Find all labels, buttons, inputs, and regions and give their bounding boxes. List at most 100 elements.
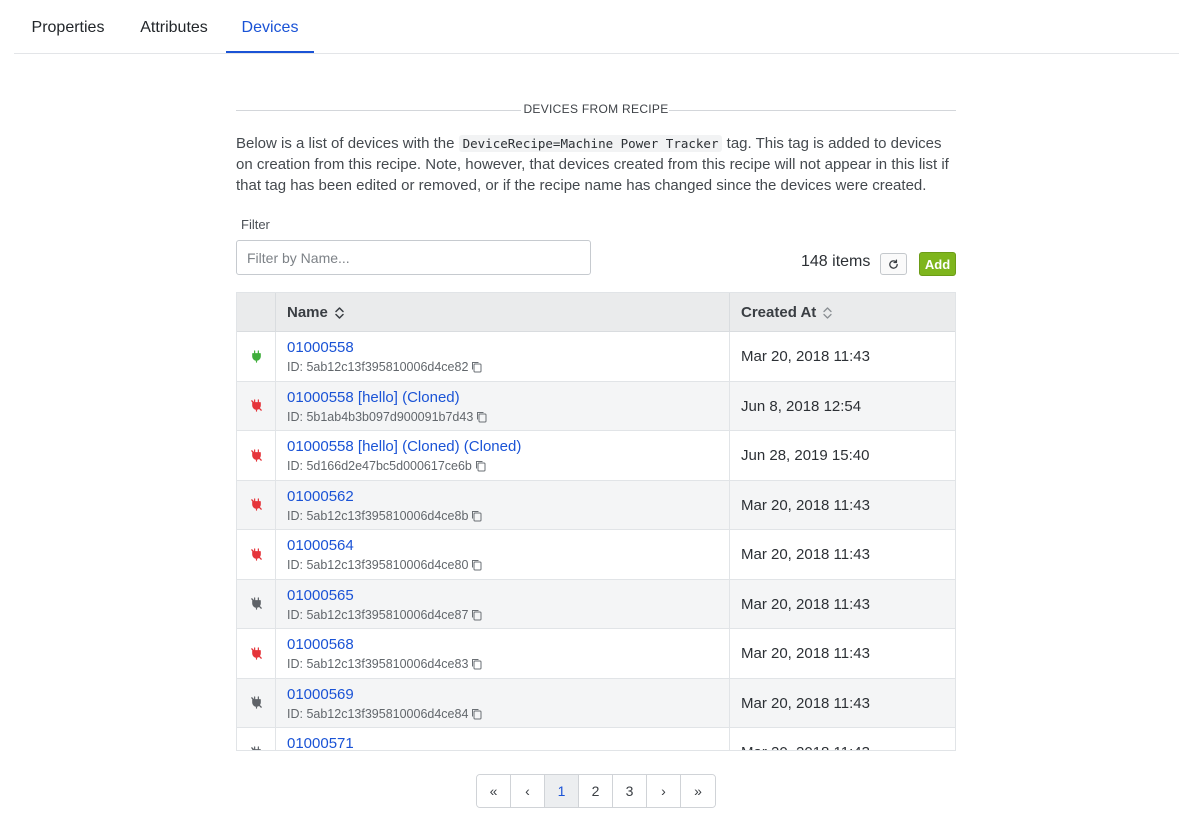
device-id: ID: 5ab12c13f395810006d4ce80 xyxy=(287,558,729,573)
name-column-header[interactable]: Name xyxy=(276,293,730,332)
status-cell xyxy=(237,530,276,579)
devices-panel: DEVICES FROM RECIPE Below is a list of d… xyxy=(236,96,956,751)
table-header: Name Created At xyxy=(237,293,955,332)
first-page-button[interactable]: « xyxy=(477,775,511,807)
table-row: 01000562 ID: 5ab12c13f395810006d4ce8b Mar … xyxy=(237,480,955,530)
section-heading: DEVICES FROM RECIPE xyxy=(236,96,956,126)
copy-icon[interactable] xyxy=(471,609,482,621)
device-id: ID: 5d166d2e47bc5d000617ce6b xyxy=(287,459,729,474)
next-page-button[interactable]: › xyxy=(647,775,681,807)
created-column-label: Created At xyxy=(741,304,817,321)
divider xyxy=(669,110,956,111)
device-id-text: ID: 5ab12c13f395810006d4ce80 xyxy=(287,558,469,572)
copy-icon[interactable] xyxy=(471,559,482,571)
table-row: 01000564 ID: 5ab12c13f395810006d4ce80 Mar … xyxy=(237,530,955,580)
created-at-cell: Mar 20, 2018 11:43 xyxy=(741,546,870,563)
device-name-link[interactable]: 01000569 xyxy=(287,686,729,704)
sort-icon xyxy=(335,307,344,319)
device-name-link[interactable]: 01000571 xyxy=(287,735,729,750)
device-id: ID: 5ab12c13f395810006d4ce82 xyxy=(287,360,729,375)
created-column-header[interactable]: Created At xyxy=(730,293,955,332)
filter-input[interactable] xyxy=(236,240,591,275)
device-name-link[interactable]: 01000564 xyxy=(287,537,729,555)
connection-status-icon xyxy=(250,647,262,660)
copy-icon[interactable] xyxy=(471,658,482,670)
device-name-link[interactable]: 01000568 xyxy=(287,636,729,654)
device-id: ID: 5ab12c13f395810006d4ce84 xyxy=(287,707,729,722)
created-at-cell: Mar 20, 2018 11:43 xyxy=(741,694,870,712)
name-cell: 01000564 ID: 5ab12c13f395810006d4ce80 xyxy=(276,530,730,579)
connection-status-icon xyxy=(250,449,262,462)
created-at-cell: Mar 20, 2018 11:43 xyxy=(730,728,955,750)
pagination: «‹ 1 2 3 ›» xyxy=(476,774,716,808)
page-2-button[interactable]: 2 xyxy=(579,775,613,807)
status-cell xyxy=(237,431,276,480)
created-at-cell: Mar 20, 2018 11:43 xyxy=(741,348,870,365)
sort-icon xyxy=(823,307,833,319)
table-row: 01000571Mar 20, 2018 11:43 xyxy=(237,728,955,750)
status-column-header xyxy=(237,293,276,332)
recipe-tag: DeviceRecipe=Machine Power Tracker xyxy=(458,135,723,152)
device-id-text: ID: 5ab12c13f395810006d4ce84 xyxy=(287,706,469,721)
item-count: 148 items xyxy=(801,253,871,270)
device-name-link[interactable]: 01000562 xyxy=(287,488,729,506)
previous-page-button[interactable]: ‹ xyxy=(511,775,545,807)
created-at-cell: Mar 20, 2018 11:43 xyxy=(741,645,870,662)
copy-icon[interactable] xyxy=(471,361,482,373)
copy-icon[interactable] xyxy=(476,411,487,423)
tab-bar: Properties Attributes Devices xyxy=(14,0,1179,54)
page-1-button[interactable]: 1 xyxy=(545,775,579,807)
name-cell: 01000565 ID: 5ab12c13f395810006d4ce87 xyxy=(276,579,730,628)
device-id: ID: 5ab12c13f395810006d4ce8b xyxy=(287,509,729,524)
device-id-text: ID: 5b1ab4b3b097d900091b7d43 xyxy=(287,409,474,424)
table-row: 01000558 ID: 5ab12c13f395810006d4ce82 Mar … xyxy=(237,332,955,382)
last-page-button[interactable]: » xyxy=(681,775,715,807)
device-name-link[interactable]: 01000558 xyxy=(287,339,729,357)
created-at-cell: Jun 8, 2018 12:54 xyxy=(741,397,862,415)
name-cell: 01000569 ID: 5ab12c13f395810006d4ce84 xyxy=(276,678,730,727)
connection-status-icon xyxy=(250,498,262,511)
connection-status-icon xyxy=(250,399,262,412)
name-cell: 01000558 [hello] (Cloned) ID: 5b1ab4b3b09… xyxy=(276,381,730,430)
device-id-text: ID: 5ab12c13f395810006d4ce83 xyxy=(287,657,469,671)
status-cell xyxy=(237,332,276,381)
connection-status-icon xyxy=(251,350,261,363)
status-cell xyxy=(237,728,276,750)
name-cell: 01000571 xyxy=(276,728,730,750)
refresh-button[interactable] xyxy=(880,253,907,275)
devices-table: Name Created At 01000558 ID: 5ab12c13f395… xyxy=(236,292,956,751)
name-cell: 01000568 ID: 5ab12c13f395810006d4ce83 xyxy=(276,629,730,678)
status-cell xyxy=(237,480,276,529)
device-id: ID: 5ab12c13f395810006d4ce87 xyxy=(287,608,729,623)
section-title: DEVICES FROM RECIPE xyxy=(523,102,669,116)
device-id: ID: 5b1ab4b3b097d900091b7d43 xyxy=(287,410,729,425)
status-cell xyxy=(237,678,276,727)
section-description: Below is a list of devices with the Devi… xyxy=(236,133,956,196)
connection-status-icon xyxy=(250,597,262,610)
name-cell: 01000558 ID: 5ab12c13f395810006d4ce82 xyxy=(276,332,730,381)
add-button[interactable]: Add xyxy=(919,252,956,276)
device-id-text: ID: 5d166d2e47bc5d000617ce6b xyxy=(287,459,472,473)
page-3-button[interactable]: 3 xyxy=(613,775,647,807)
name-cell: 01000558 [hello] (Cloned) (Cloned) ID: 5d… xyxy=(276,431,730,480)
tab-attributes[interactable]: Attributes xyxy=(122,0,226,53)
copy-icon[interactable] xyxy=(471,708,482,720)
device-name-link[interactable]: 01000558 [hello] (Cloned) (Cloned) xyxy=(287,438,729,456)
device-name-link[interactable]: 01000565 xyxy=(287,587,729,605)
table-row: 01000569 ID: 5ab12c13f395810006d4ce84 Mar … xyxy=(237,678,955,728)
tab-devices[interactable]: Devices xyxy=(226,0,314,53)
name-column-label: Name xyxy=(287,304,328,321)
table-body: 01000558 ID: 5ab12c13f395810006d4ce82 Mar … xyxy=(237,332,955,750)
tab-properties[interactable]: Properties xyxy=(14,0,122,53)
table-row: 01000568 ID: 5ab12c13f395810006d4ce83 Mar … xyxy=(237,629,955,679)
created-at-cell: Mar 20, 2018 11:43 xyxy=(741,595,870,613)
copy-icon[interactable] xyxy=(471,510,482,522)
copy-icon[interactable] xyxy=(475,460,486,472)
connection-status-icon xyxy=(250,548,262,561)
device-name-link[interactable]: 01000558 [hello] (Cloned) xyxy=(287,389,729,407)
connection-status-icon xyxy=(250,696,262,709)
created-at-cell: Jun 28, 2019 15:40 xyxy=(741,447,870,464)
device-id: ID: 5ab12c13f395810006d4ce83 xyxy=(287,657,729,672)
table-row: 01000558 [hello] (Cloned) (Cloned) ID: 5d… xyxy=(237,431,955,481)
status-cell xyxy=(237,579,276,628)
